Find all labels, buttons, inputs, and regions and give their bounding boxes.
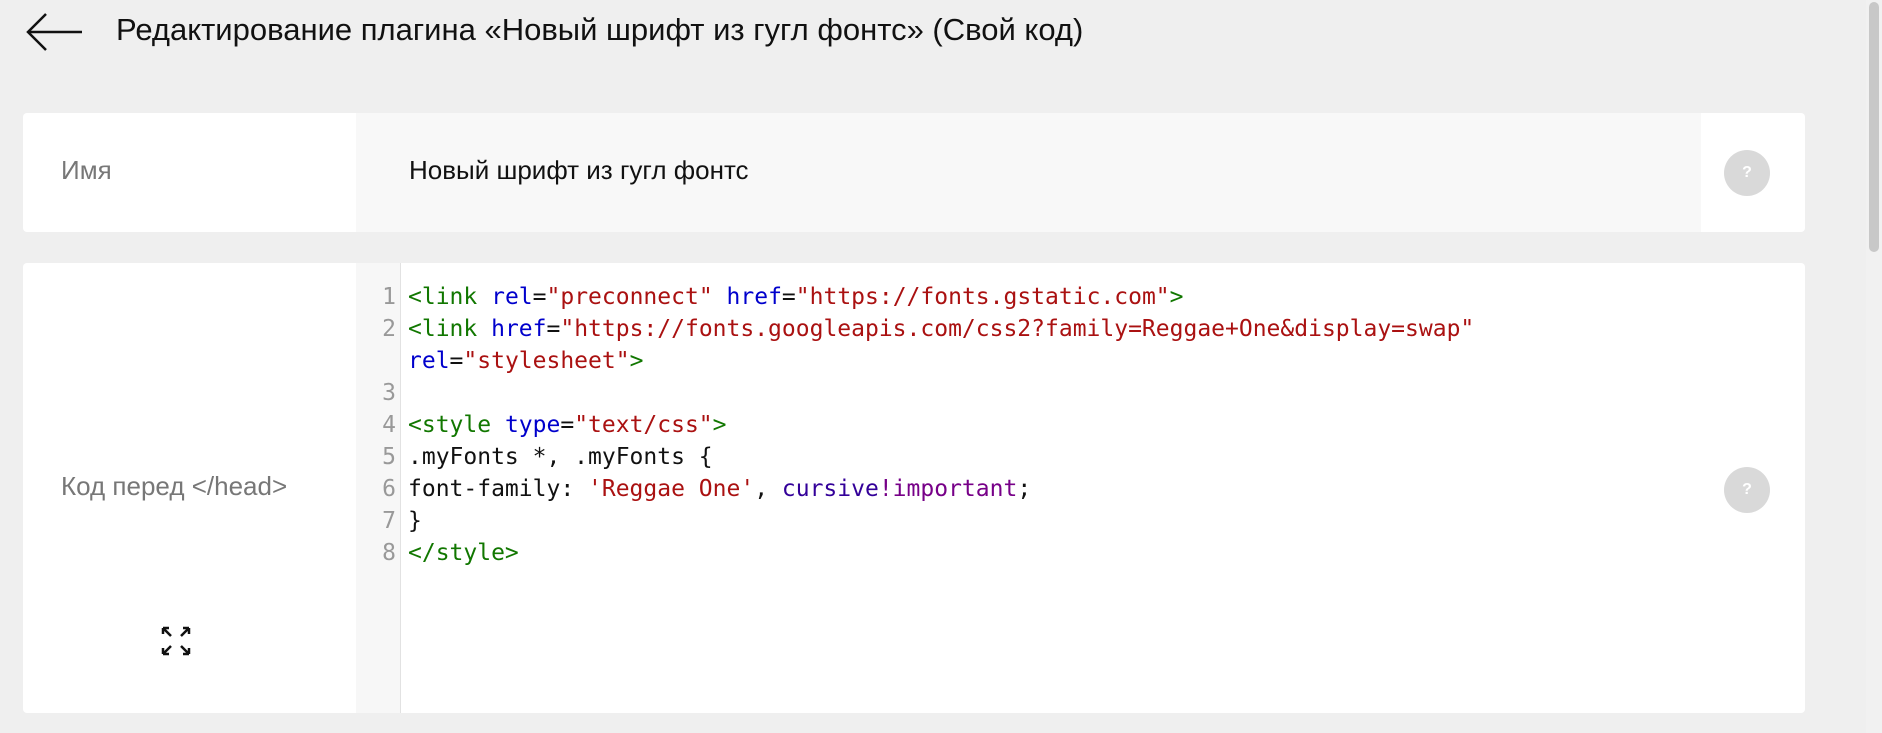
code-line[interactable]: 8 </style> — [356, 537, 1696, 569]
code-token: rel — [491, 284, 533, 310]
expand-icon[interactable] — [160, 625, 192, 657]
name-help-button[interactable]: ? — [1724, 150, 1770, 196]
code-token: font-family: — [408, 476, 589, 502]
page-title: Редактирование плагина «Новый шрифт из г… — [116, 12, 1084, 47]
line-number: 6 — [382, 476, 396, 502]
code-token: .myFonts *, .myFonts { — [408, 444, 713, 470]
code-text: <style type="text/css"> — [408, 409, 727, 441]
code-text: .myFonts *, .myFonts { — [408, 441, 713, 473]
line-number: 1 — [382, 284, 396, 310]
code-token: <link — [408, 316, 492, 342]
code-text: font-family: 'Reggae One', cursive!impor… — [408, 473, 1031, 505]
code-line[interactable]: 4 <style type="text/css"> — [356, 409, 1696, 441]
code-token: cursive — [781, 476, 879, 502]
code-token: <link — [408, 284, 492, 310]
line-number: 8 — [382, 540, 396, 566]
code-token: "stylesheet" — [463, 348, 630, 374]
line-number: 2 — [382, 316, 396, 342]
code-token: > — [629, 348, 644, 374]
code-token: "https://fonts.googleapis.com/css2?famil… — [560, 316, 1475, 342]
code-line[interactable]: 1 <link rel="preconnect" href="https://fo… — [356, 281, 1696, 313]
page-header: Редактирование плагина «Новый шрифт из г… — [0, 0, 1860, 70]
code-token: href — [726, 284, 782, 310]
code-token: rel — [408, 348, 450, 374]
name-card: Имя Новый шрифт из гугл фонтс ? — [23, 113, 1805, 232]
code-text: </style> — [408, 537, 519, 569]
code-line[interactable]: 7} — [356, 505, 1696, 537]
code-token: = — [449, 348, 464, 374]
line-number: 4 — [382, 412, 396, 438]
code-line[interactable]: 6 font-family: 'Reggae One', cursive!impo… — [356, 473, 1696, 505]
line-number: 3 — [382, 380, 396, 406]
code-token: <style — [408, 412, 505, 438]
scrollbar-thumb[interactable] — [1869, 2, 1879, 252]
code-token: > — [1169, 284, 1184, 310]
code-token: </style> — [408, 540, 519, 566]
code-line[interactable]: 3 — [356, 377, 1696, 409]
code-token: !important — [878, 476, 1018, 502]
code-token: type — [504, 412, 561, 438]
code-token: ; — [1017, 476, 1032, 502]
code-token: = — [532, 284, 547, 310]
code-text: } — [408, 505, 422, 537]
code-token: "preconnect" — [546, 284, 713, 310]
code-help-button[interactable]: ? — [1724, 467, 1770, 513]
back-button[interactable] — [24, 8, 84, 52]
code-token: href — [491, 316, 547, 342]
page-scrollbar[interactable] — [1866, 0, 1882, 733]
code-line[interactable]: 2 <link href="https://fonts.googleapis.co… — [356, 313, 1696, 345]
code-card: Код перед </head> 1 <link rel="preconnect… — [23, 263, 1805, 713]
arrow-left-icon — [26, 13, 82, 51]
code-text: <link href="https://fonts.googleapis.com… — [408, 313, 1474, 345]
line-number: 5 — [382, 444, 396, 470]
name-label: Имя — [61, 155, 112, 185]
name-field-value[interactable]: Новый шрифт из гугл фонтс — [409, 155, 749, 186]
code-line[interactable]: 5 .myFonts *, .myFonts { — [356, 441, 1696, 473]
code-token: > — [712, 412, 727, 438]
code-token: "text/css" — [574, 412, 713, 438]
code-token: "https://fonts.gstatic.com" — [795, 284, 1170, 310]
code-token: = — [546, 316, 561, 342]
code-text: rel="stylesheet"> — [408, 345, 643, 377]
code-line[interactable]: rel="stylesheet"> — [356, 345, 1696, 377]
code-token: 'Reggae One' — [588, 476, 755, 502]
code-token: , — [754, 476, 782, 502]
code-token: = — [560, 412, 575, 438]
code-token: } — [408, 508, 422, 534]
code-text: <link rel="preconnect" href="https://fon… — [408, 281, 1184, 313]
code-label: Код перед </head> — [61, 471, 288, 501]
code-token: = — [781, 284, 796, 310]
line-number: 7 — [382, 508, 396, 534]
code-editor[interactable]: 1 <link rel="preconnect" href="https://fo… — [356, 263, 1701, 713]
